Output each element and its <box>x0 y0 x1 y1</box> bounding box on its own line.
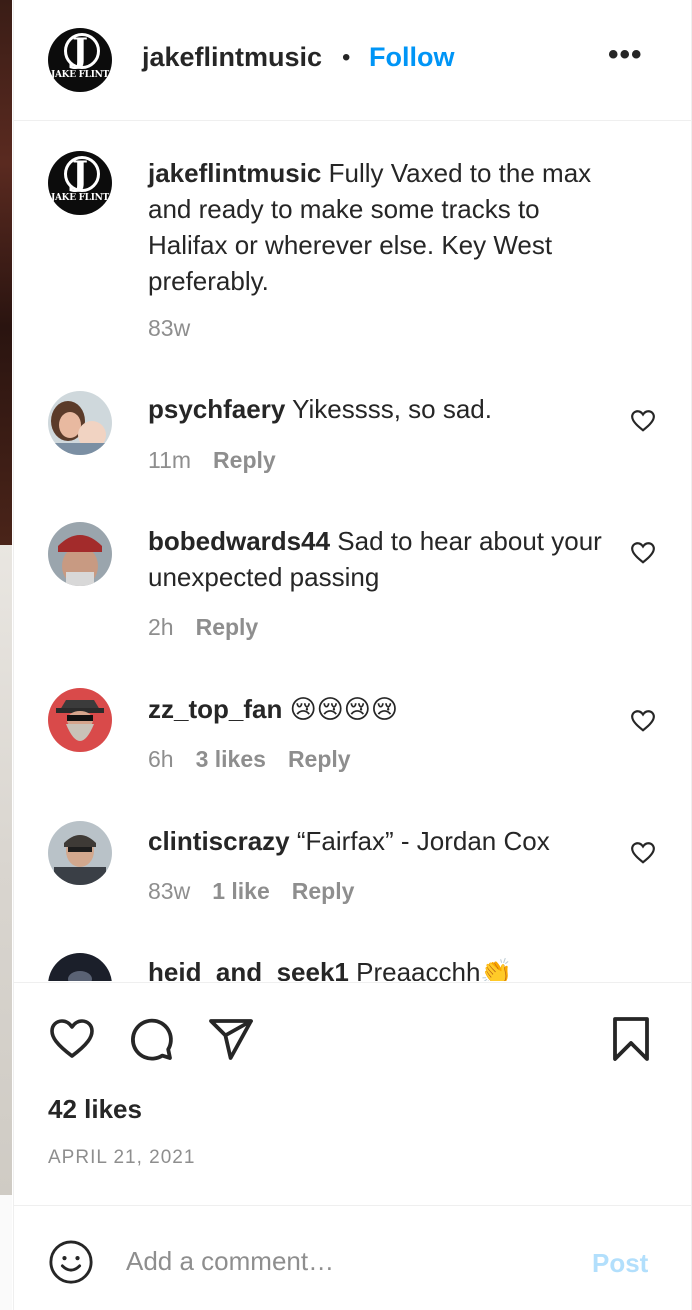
share-icon[interactable] <box>207 1015 255 1063</box>
like-icon[interactable] <box>48 1015 96 1063</box>
comment-composer: Post <box>14 1205 691 1310</box>
post-actions: 42 likes APRIL 21, 2021 <box>14 982 691 1205</box>
post-header: J JAKE FLINT jakeflintmusic • Follow ••• <box>14 0 691 121</box>
reply-button[interactable]: Reply <box>213 447 276 473</box>
post-side-panel: J JAKE FLINT jakeflintmusic • Follow •••… <box>13 0 692 1310</box>
caption-username[interactable]: jakeflintmusic <box>148 158 321 188</box>
separator-dot: • <box>342 44 351 71</box>
background-photo-edge <box>0 0 12 1310</box>
avatar-photo <box>48 522 112 586</box>
instagram-post-frame: J JAKE FLINT jakeflintmusic • Follow •••… <box>0 0 692 1310</box>
avatar-photo <box>48 953 112 981</box>
avatar-photo <box>48 821 112 885</box>
jf-logo-icon: J <box>71 31 89 71</box>
comment-text: heid_and_seek1 Preaacchh👏 <box>148 954 618 981</box>
like-comment-icon[interactable] <box>630 540 656 566</box>
avatar[interactable] <box>48 688 112 752</box>
comment-likes[interactable]: 3 likes <box>196 746 266 772</box>
like-comment-icon[interactable] <box>630 708 656 734</box>
comment-text: psychfaery Yikessss, so sad. <box>148 391 618 427</box>
avatar[interactable] <box>48 391 112 455</box>
likes-count[interactable]: 42 likes <box>48 1094 142 1125</box>
avatar[interactable]: J JAKE FLINT <box>48 28 112 92</box>
avatar[interactable] <box>48 953 112 981</box>
more-options-icon[interactable]: ••• <box>608 38 643 72</box>
comment-time[interactable]: 2h <box>148 614 174 640</box>
post-button[interactable]: Post <box>592 1248 648 1279</box>
avatar-photo <box>48 391 112 455</box>
comment-meta: 6h 3 likes Reply <box>148 746 373 773</box>
comment-username[interactable]: zz_top_fan <box>148 694 282 724</box>
reply-button[interactable]: Reply <box>292 878 355 904</box>
like-comment-icon[interactable] <box>630 408 656 434</box>
caption-meta: 83w <box>148 315 212 342</box>
header-username[interactable]: jakeflintmusic <box>142 42 322 73</box>
comment-icon[interactable] <box>127 1015 175 1063</box>
comment-body: Yikessss, so sad. <box>292 394 492 424</box>
comment-meta: 11m Reply <box>148 447 298 474</box>
reply-button[interactable]: Reply <box>196 614 259 640</box>
caption-avatar[interactable]: J JAKE FLINT <box>48 151 112 215</box>
comment-time[interactable]: 83w <box>148 878 190 904</box>
comment-body: Preaacchh👏 <box>356 957 513 981</box>
avatar-photo <box>48 688 112 752</box>
avatar[interactable] <box>48 522 112 586</box>
comment-meta: 83w 1 like Reply <box>148 878 376 905</box>
comment-likes[interactable]: 1 like <box>212 878 270 904</box>
caption-time[interactable]: 83w <box>148 315 190 341</box>
save-icon[interactable] <box>607 1015 655 1063</box>
comment-text: zz_top_fan 😢😢😢😢 <box>148 691 618 727</box>
follow-button[interactable]: Follow <box>369 42 454 73</box>
reply-button[interactable]: Reply <box>288 746 351 772</box>
comment-body: “Fairfax” - Jordan Cox <box>296 826 550 856</box>
comment-username[interactable]: bobedwards44 <box>148 526 330 556</box>
avatar[interactable] <box>48 821 112 885</box>
comment-time[interactable]: 11m <box>148 447 191 473</box>
comment-username[interactable]: psychfaery <box>148 394 285 424</box>
comment-input[interactable] <box>126 1238 566 1284</box>
comment-meta: 2h Reply <box>148 614 280 641</box>
comment-text: clintiscrazy “Fairfax” - Jordan Cox <box>148 823 618 859</box>
comments-list[interactable]: J JAKE FLINT jakeflintmusic Fully Vaxed … <box>14 121 691 981</box>
comment-text: bobedwards44 Sad to hear about your unex… <box>148 523 618 595</box>
comment-time[interactable]: 6h <box>148 746 174 772</box>
logo-text: JAKE FLINT <box>51 193 109 203</box>
post-date: APRIL 21, 2021 <box>48 1147 196 1168</box>
comment-username[interactable]: heid_and_seek1 <box>148 957 349 981</box>
comment-username[interactable]: clintiscrazy <box>148 826 290 856</box>
comment-body: 😢😢😢😢 <box>289 694 398 724</box>
like-comment-icon[interactable] <box>630 840 656 866</box>
caption: jakeflintmusic Fully Vaxed to the max an… <box>148 155 618 299</box>
emoji-icon[interactable] <box>48 1239 94 1285</box>
logo-text: JAKE FLINT <box>51 70 109 80</box>
jf-logo-icon: J <box>71 154 89 194</box>
